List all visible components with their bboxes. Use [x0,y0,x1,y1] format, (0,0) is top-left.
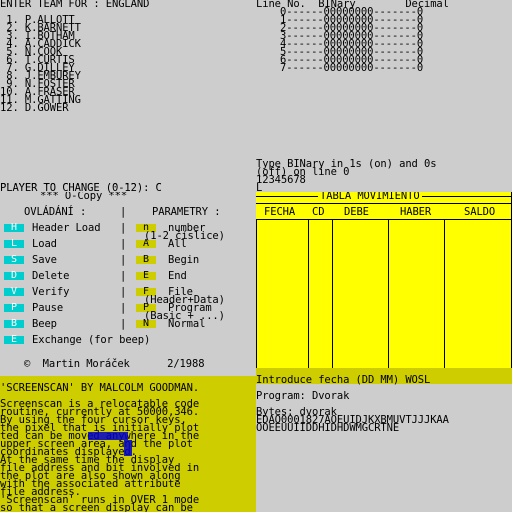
tabla-col-debe: DEBE [344,206,369,218]
ocopy-separator: | [120,206,127,218]
ocopy-param-label: End [168,270,187,282]
ocopy-key-d[interactable]: D [4,271,24,281]
ocopy-separator: | [120,270,127,282]
ocopy-param-label: Begin [168,254,200,266]
ocopy-key-e[interactable]: E [4,335,24,345]
dvorak-program: Program: Dvorak [256,390,350,402]
tabla-title: TABLA MOVIMIENTO [318,192,422,202]
ocopy-panel: *** O-Copy *** OVLÁDÁNÍ : | PARAMETRY : … [0,192,256,376]
tabla-col-cd: CD [312,206,325,218]
ocopy-key-h[interactable]: H [4,223,24,233]
ocopy-key-v[interactable]: V [4,287,24,297]
screenscan-title: 'SCREENSCAN' BY MALCOLM GOODMAN. [0,382,200,394]
tabla-vline-2 [332,220,333,368]
binary-cursor[interactable]: L [256,183,262,192]
ocopy-command-label: Save [32,254,57,266]
ocopy-separator: | [120,254,127,266]
ocopy-separator: | [120,302,127,314]
ocopy-params-header: PARAMETRY : [152,206,221,218]
screenscan-cursor-stem [124,440,132,456]
tabla-vline-1 [308,220,309,368]
tabla-date-prompt[interactable]: Introduce fecha (DD MM) WOSL [256,375,430,386]
ocopy-sub-number: (1-2 číslice) [144,230,225,242]
ocopy-separator: | [120,222,127,234]
tabla-vline-0 [256,220,257,368]
ocopy-command-label: Pause [32,302,64,314]
ocopy-command-label: Header Load [32,222,101,234]
dvorak-line-2: OOEEUUIIDDHIDHDWMGCRTNE [256,422,400,434]
ocopy-separator: | [120,238,127,250]
player-change-prompt-line[interactable]: PLAYER TO CHANGE (0-12): C [0,183,162,194]
screenscan-line: so that a screen display can be [0,502,193,512]
ocopy-command-label: Exchange (for beep) [32,334,151,346]
ocopy-key-b[interactable]: B [4,319,24,329]
ocopy-separator: | [120,318,127,330]
tabla-vline-4 [444,220,445,368]
ocopy-separator: | [120,286,127,298]
ocopy-command-label: Load [32,238,57,250]
tabla-rule-2 [256,203,512,204]
player-list-item[interactable]: 12. D.GOWER [0,103,69,114]
tabla-col-haber: HABER [400,206,432,218]
ocopy-credit: © Martin Moráček 2/1988 [24,358,205,370]
ocopy-key-s[interactable]: S [4,255,24,265]
tabla-panel: TABLA MOVIMIENTO FECHA CD DEBE HABER SAL… [256,192,512,368]
ocopy-param-key[interactable]: B [136,255,156,265]
dvorak-panel: Introduce fecha (DD MM) WOSL Program: Dv… [256,368,512,512]
ocopy-param-key[interactable]: E [136,271,156,281]
ocopy-commands-header: OVLÁDÁNÍ : [24,206,87,218]
tabla-vline-3 [388,220,389,368]
binary-digits: 12345678 [256,174,306,186]
tabla-col-fecha: FECHA [264,206,296,218]
screenscan-cursor[interactable] [88,432,128,440]
binary-row: 7------00000000-------0 [280,62,424,74]
tabla-rule-3 [256,219,512,220]
ocopy-key-p[interactable]: P [4,303,24,313]
ocopy-title: *** O-Copy *** [40,192,128,202]
ocopy-command-label: Delete [32,270,70,282]
tabla-col-saldo: SALDO [464,206,496,218]
ocopy-sub-program: (Basic + ...) [144,310,225,322]
screenscan-panel: 'SCREENSCAN' BY MALCOLM GOODMAN. Screens… [0,376,256,512]
ocopy-command-label: Beep [32,318,57,330]
ocopy-command-label: Verify [32,286,70,298]
ocopy-sub-file: (Header+Data) [144,294,225,306]
team-panel: ENTER TEAM FOR : ENGLAND 1. P.ALLOTT 2. … [0,0,256,185]
binary-editor-panel: Line No. BINary Decimal 0------00000000-… [256,0,512,192]
ocopy-key-l[interactable]: L [4,239,24,249]
team-heading: ENTER TEAM FOR : ENGLAND [0,0,150,10]
